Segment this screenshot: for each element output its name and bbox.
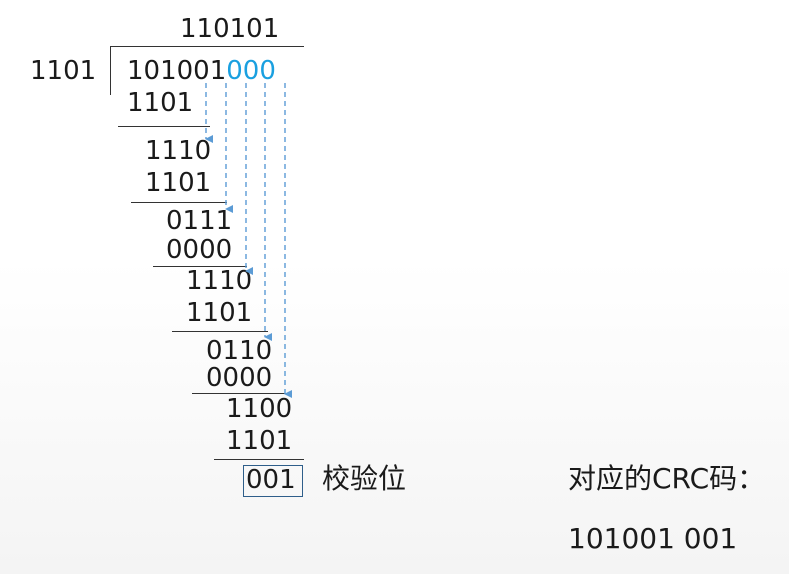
bring-down-arrows [205, 83, 292, 398]
